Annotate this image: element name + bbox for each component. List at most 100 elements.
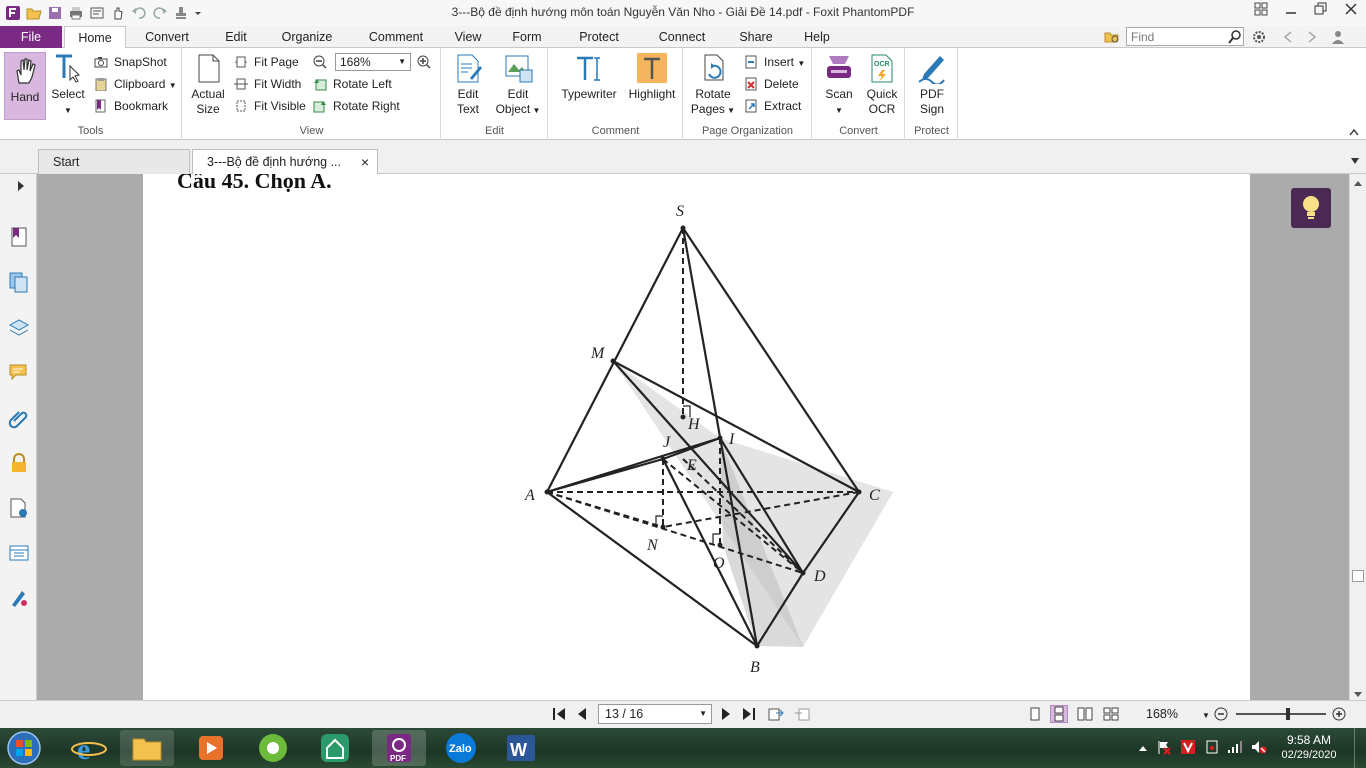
stamp-icon[interactable] <box>173 5 189 21</box>
insert-button[interactable]: Insert ▼ <box>744 53 805 71</box>
taskbar-coccoc[interactable] <box>246 730 300 766</box>
scan-button[interactable]: Scan ▼ <box>819 52 859 118</box>
rotate-pages-button[interactable]: Rotate Pages ▼ <box>690 52 736 118</box>
tab-file[interactable]: File <box>0 26 62 48</box>
search-icon[interactable] <box>1228 30 1242 44</box>
user-icon[interactable] <box>1330 29 1346 45</box>
save-icon[interactable] <box>47 5 63 21</box>
signatures-panel-icon[interactable] <box>8 497 30 519</box>
find-input[interactable]: Find <box>1126 27 1244 46</box>
customize-qat-icon[interactable] <box>194 5 202 21</box>
show-hidden-icons[interactable] <box>1138 742 1148 752</box>
prev-result-icon[interactable] <box>1282 30 1294 44</box>
select-button[interactable]: Select ▼ <box>50 52 86 118</box>
clock-date[interactable]: 02/29/2020 <box>1274 749 1344 761</box>
collapse-ribbon-icon[interactable] <box>1348 126 1360 136</box>
fit-width-button[interactable]: Fit Width <box>234 75 301 93</box>
pages-panel-icon[interactable] <box>8 271 30 293</box>
restore-ribbon-icon[interactable] <box>1254 2 1268 16</box>
taskbar-internet-explorer[interactable]: e <box>62 730 116 766</box>
vertical-scrollbar[interactable] <box>1349 174 1366 700</box>
volume-muted-icon[interactable] <box>1250 739 1268 755</box>
pdf-page[interactable]: Câu 45. Chọn A. S M H J I E A C N O D B <box>143 174 1250 700</box>
action-center-flag-icon[interactable] <box>1156 739 1172 755</box>
hand-button[interactable]: Hand <box>4 52 46 120</box>
tab-current-document[interactable]: 3---Bộ đề định hướng ... × <box>192 149 378 174</box>
taskbar-word[interactable]: W <box>494 730 548 766</box>
continuous-view-icon[interactable] <box>1050 705 1068 723</box>
network-signal-icon[interactable] <box>1226 739 1244 755</box>
clock-time[interactable]: 9:58 AM <box>1274 733 1344 747</box>
scroll-down-icon[interactable] <box>1353 688 1363 697</box>
tab-list-icon[interactable] <box>1350 154 1360 164</box>
continuous-facing-view-icon[interactable] <box>1103 707 1119 721</box>
tab-home[interactable]: Home <box>64 26 126 49</box>
actual-size-button[interactable]: Actual Size <box>187 52 229 117</box>
taskbar-zalo[interactable]: Zalo <box>434 730 488 766</box>
tab-comment[interactable]: Comment <box>360 26 432 48</box>
next-view-icon[interactable] <box>794 706 810 722</box>
tab-view[interactable]: View <box>448 26 488 48</box>
zoom-out-icon[interactable] <box>313 55 327 69</box>
security-lock-icon[interactable] <box>8 452 30 474</box>
vietkey-icon[interactable] <box>1180 739 1196 755</box>
last-page-icon[interactable] <box>742 707 756 721</box>
zoom-out-status-icon[interactable] <box>1214 707 1228 721</box>
open-folder-icon[interactable] <box>26 5 42 21</box>
zoom-level[interactable]: 168% <box>1146 707 1178 721</box>
zoom-in-icon[interactable] <box>417 55 431 69</box>
print-icon[interactable] <box>68 5 84 21</box>
comments-panel-icon[interactable] <box>8 362 30 384</box>
properties-icon[interactable] <box>89 5 105 21</box>
tab-edit[interactable]: Edit <box>212 26 260 48</box>
zoom-dropdown-icon[interactable]: ▼ <box>1202 711 1210 720</box>
tips-lightbulb-button[interactable] <box>1291 188 1331 228</box>
typewriter-button[interactable]: Typewriter <box>557 52 621 102</box>
minimize-icon[interactable] <box>1284 2 1298 16</box>
start-button[interactable] <box>4 729 44 767</box>
rotate-right-button[interactable]: Rotate Right <box>313 97 400 115</box>
attachments-panel-icon[interactable] <box>8 407 30 429</box>
tab-convert[interactable]: Convert <box>136 26 198 48</box>
find-folder-icon[interactable] <box>1104 29 1120 45</box>
settings-gear-icon[interactable] <box>1251 29 1267 45</box>
scroll-thumb[interactable] <box>1352 570 1364 582</box>
zoom-select[interactable]: 168% ▼ <box>335 53 411 71</box>
bookmarks-panel-icon[interactable] <box>8 226 30 248</box>
close-window-icon[interactable] <box>1344 2 1358 16</box>
content-panel-icon[interactable] <box>8 542 30 564</box>
facing-view-icon[interactable] <box>1077 707 1093 721</box>
extract-button[interactable]: Extract <box>744 97 801 115</box>
clipboard-button[interactable]: Clipboard ▼ <box>94 75 177 93</box>
close-tab-icon[interactable]: × <box>361 150 369 174</box>
tab-share[interactable]: Share <box>734 26 778 48</box>
snapshot-button[interactable]: SnapShot <box>94 53 167 71</box>
tab-start[interactable]: Start <box>38 149 190 174</box>
first-page-icon[interactable] <box>552 707 566 721</box>
delete-button[interactable]: Delete <box>744 75 799 93</box>
taskbar-foxit-pdf[interactable]: PDF <box>372 730 426 766</box>
fit-page-button[interactable]: Fit Page <box>234 53 299 71</box>
tray-app-icon[interactable] <box>1204 739 1220 755</box>
edit-object-button[interactable]: Edit Object ▼ <box>492 52 544 118</box>
expand-panel-icon[interactable] <box>16 180 26 192</box>
undo-icon[interactable] <box>131 5 147 21</box>
zoom-in-status-icon[interactable] <box>1332 707 1346 721</box>
fit-visible-button[interactable]: Fit Visible <box>234 97 306 115</box>
scroll-up-icon[interactable] <box>1353 176 1363 186</box>
taskbar-media-player[interactable] <box>184 730 238 766</box>
digital-id-icon[interactable] <box>8 587 30 609</box>
tab-help[interactable]: Help <box>798 26 836 48</box>
highlight-button[interactable]: Highlight <box>625 52 679 102</box>
show-desktop-button[interactable] <box>1354 728 1366 768</box>
next-result-icon[interactable] <box>1306 30 1318 44</box>
tab-organize[interactable]: Organize <box>274 26 340 48</box>
edit-text-button[interactable]: Edit Text <box>448 52 488 117</box>
rotate-left-button[interactable]: Rotate Left <box>313 75 392 93</box>
next-page-icon[interactable] <box>720 707 732 721</box>
taskbar-maps[interactable] <box>308 730 362 766</box>
hand-tool-icon[interactable] <box>110 5 126 21</box>
layers-panel-icon[interactable] <box>8 317 30 339</box>
maximize-icon[interactable] <box>1314 2 1328 16</box>
bookmark-button[interactable]: Bookmark <box>94 97 168 115</box>
